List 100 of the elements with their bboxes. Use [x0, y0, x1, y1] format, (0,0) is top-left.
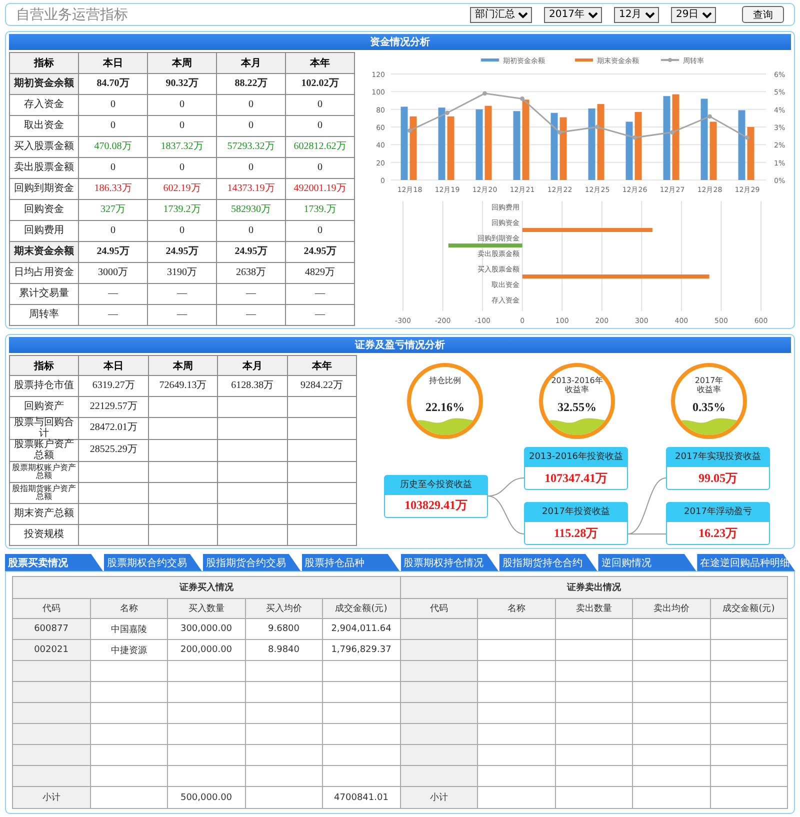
node-value: 103829.41万: [384, 494, 488, 518]
table-cell: 0: [216, 220, 286, 242]
filter-select[interactable]: 29日: [671, 6, 716, 22]
row-label: 期末资产总额: [10, 504, 79, 524]
table-cell: 14373.19万: [216, 178, 286, 200]
table-cell: 0: [78, 158, 148, 178]
point: [520, 96, 524, 101]
point: [745, 135, 750, 140]
bar: [710, 122, 717, 180]
table-cell: 24.95万: [78, 242, 148, 262]
column-header: 卖出均价: [632, 598, 710, 618]
bar: [738, 110, 746, 180]
group-header: 证券买入情况: [12, 576, 400, 598]
column-header: 成交金额(元): [710, 598, 788, 618]
tab[interactable]: 股票期权合约交易: [104, 554, 202, 571]
section-title: 资金情况分析: [9, 34, 791, 50]
table-cell: 24.95万: [216, 242, 286, 262]
table-cell: 200,000.00: [168, 640, 245, 660]
table-cell: 6128.38万: [218, 376, 288, 396]
query-button[interactable]: 查询: [742, 6, 784, 23]
tab[interactable]: 逆回购情况: [598, 554, 696, 571]
row-label: 周转率: [10, 304, 78, 326]
table-cell: 1837.32万: [148, 136, 216, 158]
column-header: 名称: [478, 598, 555, 618]
table-cell: 1739.万: [286, 200, 354, 220]
bar: [476, 109, 483, 180]
table-cell: 0: [216, 94, 286, 116]
table-cell: 88.22万: [216, 74, 286, 94]
row-label: 买入股票金额: [10, 136, 78, 158]
table-cell: 2,904,011.64: [322, 618, 400, 640]
point: [445, 110, 450, 116]
column-header: 指标: [10, 52, 78, 74]
table-cell: 500,000.00: [168, 786, 245, 808]
row-label: 取出资金: [10, 116, 78, 136]
table-cell: 90.32万: [148, 74, 216, 94]
table-cell: 小计: [12, 786, 90, 808]
table-cell: 0: [148, 94, 216, 116]
table-cell: 492001.19万: [286, 178, 354, 200]
row-label: 回购资金: [10, 200, 78, 220]
node-value: 115.28万: [524, 521, 628, 545]
table-cell: —: [148, 304, 216, 326]
column-header: 本日: [78, 52, 148, 74]
bar: [410, 116, 417, 180]
table-cell: 9.6800: [245, 618, 322, 640]
table-cell: 22129.57万: [78, 396, 148, 418]
table-cell: 84.70万: [78, 74, 148, 94]
row-label: 股票账户资产总额: [10, 440, 79, 462]
tab[interactable]: 股指期货持仓合约: [499, 554, 598, 571]
column-header: 本年: [287, 356, 356, 376]
table-cell: 24.95万: [148, 242, 216, 262]
column-header: 代码: [400, 598, 478, 618]
table-cell: 9284.22万: [287, 376, 356, 396]
table-cell: 4700841.01: [322, 786, 400, 808]
row-label: 累计交易量: [10, 284, 78, 304]
tab[interactable]: 股票持仓品种: [302, 554, 400, 571]
table-cell: 102.02万: [286, 74, 354, 94]
table-cell: 中捷资源: [90, 640, 168, 660]
node-title: 2017年投资收益: [524, 502, 628, 521]
gauge-value: 32.55%: [558, 400, 596, 415]
table-cell: 0: [148, 158, 216, 178]
tab[interactable]: 股指期货合约交易: [202, 554, 301, 571]
filter-select[interactable]: 12月: [614, 6, 659, 22]
legend-swatch-icon: [575, 58, 593, 62]
table-cell: 57293.32万: [216, 136, 286, 158]
tab[interactable]: 股票买卖情况: [5, 554, 103, 571]
table-cell: 0: [216, 116, 286, 136]
column-header: 本年: [286, 52, 354, 74]
row-label: 日均占用资金: [10, 262, 78, 284]
table-cell: 24.95万: [286, 242, 354, 262]
column-header: 本月: [218, 356, 288, 376]
filter-select[interactable]: 部门汇总: [470, 6, 532, 22]
table-cell: 3000万: [78, 262, 148, 284]
node-value: 107347.41万: [524, 466, 628, 490]
table-cell: 300,000.00: [168, 618, 245, 640]
point: [595, 124, 600, 130]
page-title: 自营业务运营指标: [16, 6, 129, 24]
table-cell: —: [286, 304, 354, 326]
node-title: 2017年浮动盈亏: [666, 502, 770, 521]
point: [670, 130, 674, 134]
table-cell: 0: [148, 116, 216, 136]
filter-select[interactable]: 2017年: [544, 6, 602, 22]
table-cell: —: [216, 284, 286, 304]
node-value: 16.23万: [666, 521, 770, 545]
column-header: 卖出数量: [555, 598, 632, 618]
row-label: 投资规模: [10, 524, 79, 546]
table-cell: 0: [148, 220, 216, 242]
table-cell: 2638万: [216, 262, 286, 284]
column-header: 指标: [10, 356, 79, 376]
table-cell: 6319.27万: [78, 376, 148, 396]
tab[interactable]: 股票期权持仓情况: [400, 554, 498, 571]
point: [408, 128, 412, 133]
gauge-label: 持仓比例: [429, 377, 461, 386]
table-cell: 0: [286, 116, 354, 136]
table-cell: —: [78, 304, 148, 326]
row-label: 期初资金余额: [10, 74, 78, 94]
node-value: 99.05万: [666, 466, 770, 490]
row-label: 回购资产: [10, 396, 79, 418]
point: [482, 91, 487, 96]
table-cell: 小计: [400, 786, 478, 808]
column-header: 成交金额(元): [322, 598, 400, 618]
